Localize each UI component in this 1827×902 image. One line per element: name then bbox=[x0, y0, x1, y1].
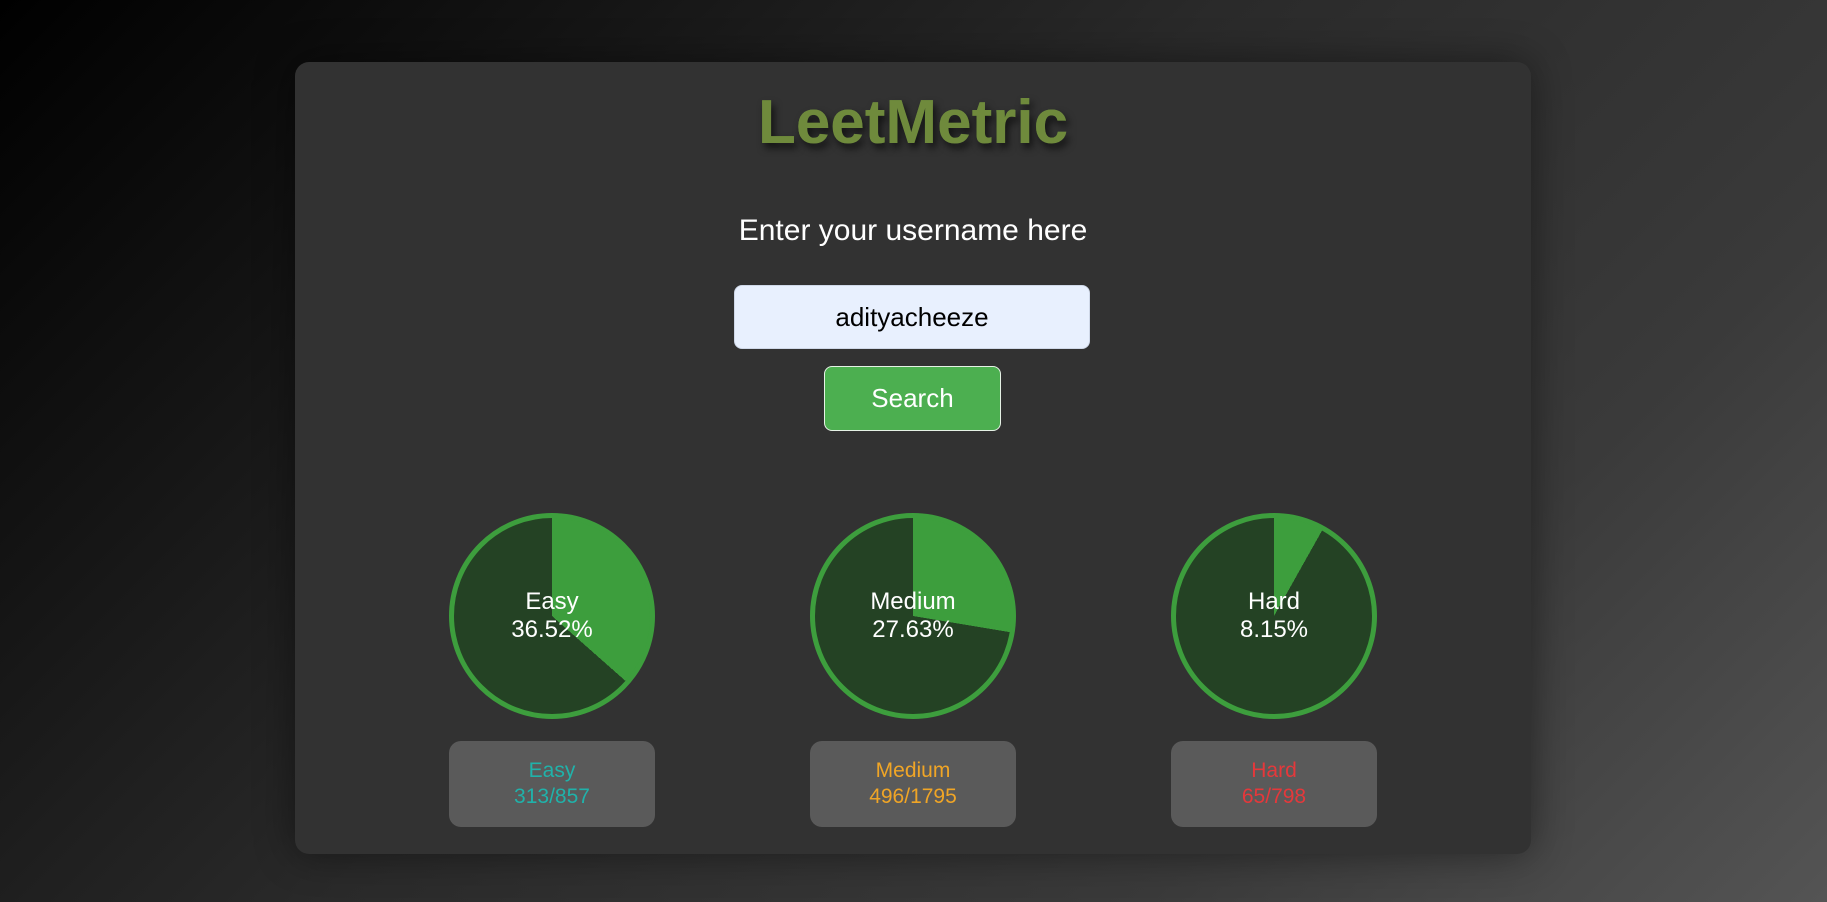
search-button[interactable]: Search bbox=[824, 366, 1001, 431]
hard-stat-label: Hard bbox=[1251, 759, 1297, 782]
username-input[interactable] bbox=[734, 285, 1090, 349]
medium-stat-label: Medium bbox=[875, 759, 951, 782]
hard-progress-percent: 8.15% bbox=[1239, 616, 1309, 643]
medium-progress-percent: 27.63% bbox=[872, 616, 954, 643]
easy-stat-card: Easy 313/857 bbox=[449, 741, 655, 827]
medium-stat-card: Medium 496/1795 bbox=[810, 741, 1016, 827]
hard-progress-label: Hard 8.15% bbox=[1176, 518, 1372, 714]
hard-stat-card: Hard 65/798 bbox=[1171, 741, 1377, 827]
medium-progress-circle: Medium 27.63% bbox=[810, 513, 1016, 719]
username-prompt: Enter your username here bbox=[738, 214, 1088, 247]
medium-stat-value: 496/1795 bbox=[869, 785, 957, 808]
app-title: LeetMetric bbox=[295, 92, 1531, 154]
easy-progress-label: Easy 36.52% bbox=[454, 518, 650, 714]
easy-stat-value: 313/857 bbox=[514, 785, 590, 808]
hard-progress-circle: Hard 8.15% bbox=[1171, 513, 1377, 719]
hard-progress-title: Hard bbox=[1247, 588, 1301, 615]
main-container: LeetMetric Enter your username here Sear… bbox=[295, 62, 1531, 854]
easy-progress-percent: 36.52% bbox=[511, 616, 593, 643]
hard-stat-value: 65/798 bbox=[1241, 785, 1307, 808]
easy-stat-label: Easy bbox=[528, 759, 576, 782]
medium-progress-label: Medium 27.63% bbox=[815, 518, 1011, 714]
easy-progress-circle: Easy 36.52% bbox=[449, 513, 655, 719]
easy-progress-title: Easy bbox=[525, 588, 579, 615]
medium-progress-title: Medium bbox=[870, 588, 956, 615]
